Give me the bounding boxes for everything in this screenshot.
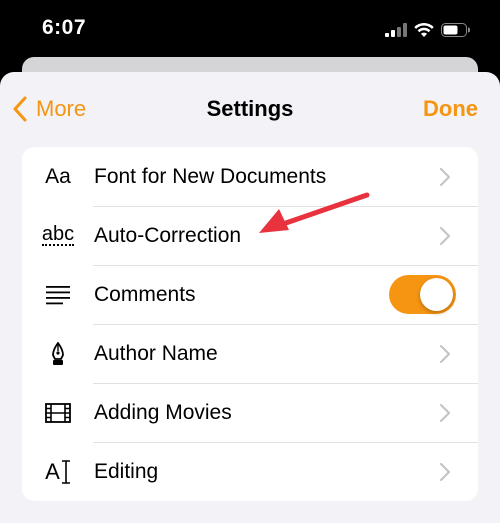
cellular-signal-icon xyxy=(385,23,407,37)
comments-toggle[interactable] xyxy=(389,275,456,314)
settings-row-editing[interactable]: A Editing xyxy=(22,442,478,501)
comments-lines-icon xyxy=(22,265,94,324)
settings-row-adding-movies[interactable]: Adding Movies xyxy=(22,383,478,442)
chevron-right-icon xyxy=(434,147,456,206)
settings-row-auto-correction[interactable]: abc Auto-Correction xyxy=(22,206,478,265)
status-bar: 6:07 xyxy=(0,0,500,62)
pen-nib-icon xyxy=(22,324,94,383)
settings-row-comments: Comments xyxy=(22,265,478,324)
film-icon xyxy=(22,383,94,442)
text-cursor-icon-letter: A xyxy=(45,458,60,484)
toggle-knob xyxy=(420,278,453,311)
spellcheck-icon-text: abc xyxy=(41,223,75,246)
settings-row-label: Adding Movies xyxy=(94,400,232,424)
settings-row-label: Auto-Correction xyxy=(94,223,242,247)
text-cursor-icon: A xyxy=(22,442,94,501)
font-icon-text: Aa xyxy=(45,164,71,188)
settings-row-author-name[interactable]: Author Name xyxy=(22,324,478,383)
settings-sheet: More Settings Done Aa Font for New Docum… xyxy=(0,72,500,523)
settings-row-label: Font for New Documents xyxy=(94,164,327,188)
status-icons xyxy=(385,20,470,40)
settings-row-label: Author Name xyxy=(94,341,218,365)
chevron-right-icon xyxy=(434,206,456,265)
chevron-right-icon xyxy=(434,324,456,383)
chevron-right-icon xyxy=(434,383,456,442)
settings-list: Aa Font for New Documents abc Auto-Corre… xyxy=(22,147,478,501)
font-icon: Aa xyxy=(22,147,94,206)
spellcheck-icon: abc xyxy=(22,206,94,265)
battery-icon xyxy=(441,23,470,37)
wifi-icon xyxy=(414,22,434,37)
chevron-right-icon xyxy=(434,442,456,501)
done-button[interactable]: Done xyxy=(423,96,478,122)
settings-row-label: Comments xyxy=(94,282,196,306)
settings-row-label: Editing xyxy=(94,459,159,483)
settings-row-font[interactable]: Aa Font for New Documents xyxy=(22,147,478,206)
status-time: 6:07 xyxy=(42,16,87,39)
